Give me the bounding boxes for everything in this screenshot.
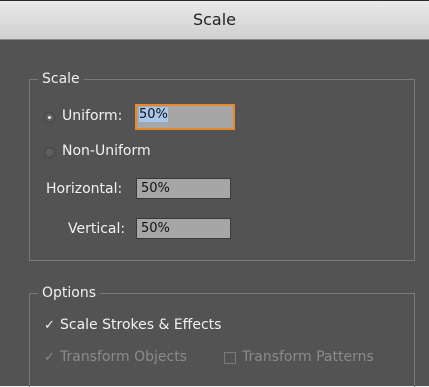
non-uniform-radio[interactable] bbox=[44, 147, 55, 158]
scale-strokes-checkbox[interactable]: ✓ bbox=[44, 319, 57, 332]
scale-dialog: Scale Scale Uniform: 50% Non-Uniform Hor… bbox=[0, 0, 429, 387]
scale-group-label: Scale bbox=[38, 71, 84, 87]
scale-strokes-label[interactable]: Scale Strokes & Effects bbox=[60, 317, 221, 333]
transform-objects-label[interactable]: Transform Objects bbox=[60, 349, 187, 365]
horizontal-field[interactable]: 50% bbox=[136, 178, 231, 199]
options-group-label: Options bbox=[38, 285, 101, 301]
uniform-label[interactable]: Uniform: bbox=[62, 108, 122, 124]
transform-patterns-label[interactable]: Transform Patterns bbox=[242, 349, 374, 365]
non-uniform-label[interactable]: Non-Uniform bbox=[62, 143, 151, 159]
transform-objects-checkbox[interactable]: ✓ bbox=[44, 351, 57, 364]
uniform-value: 50% bbox=[139, 107, 168, 122]
dialog-title: Scale bbox=[192, 10, 237, 29]
uniform-radio[interactable] bbox=[44, 112, 55, 123]
uniform-field[interactable]: 50% bbox=[135, 104, 235, 130]
title-bar[interactable]: Scale bbox=[0, 1, 429, 40]
options-group bbox=[29, 293, 415, 387]
vertical-field[interactable]: 50% bbox=[136, 218, 231, 239]
transform-patterns-checkbox[interactable] bbox=[224, 352, 236, 364]
horizontal-label: Horizontal: bbox=[46, 181, 123, 197]
vertical-label: Vertical: bbox=[68, 221, 126, 237]
